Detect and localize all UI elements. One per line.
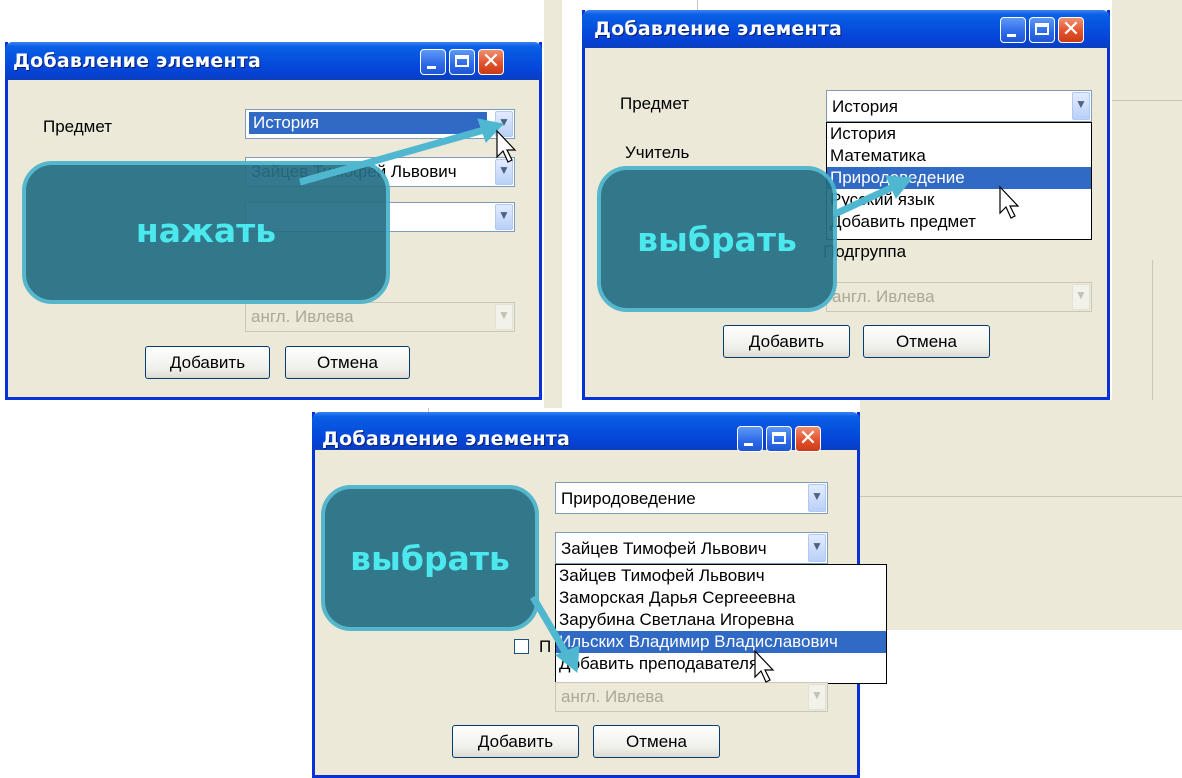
mouse-cursor-icon [496,129,517,163]
arrow-pointer [299,118,504,186]
annotations-layer [299,118,1020,683]
mouse-cursor-icon [754,649,775,683]
mouse-cursor-icon [999,185,1020,219]
arrow-pointer [833,175,913,218]
arrow-pointer [529,595,580,673]
